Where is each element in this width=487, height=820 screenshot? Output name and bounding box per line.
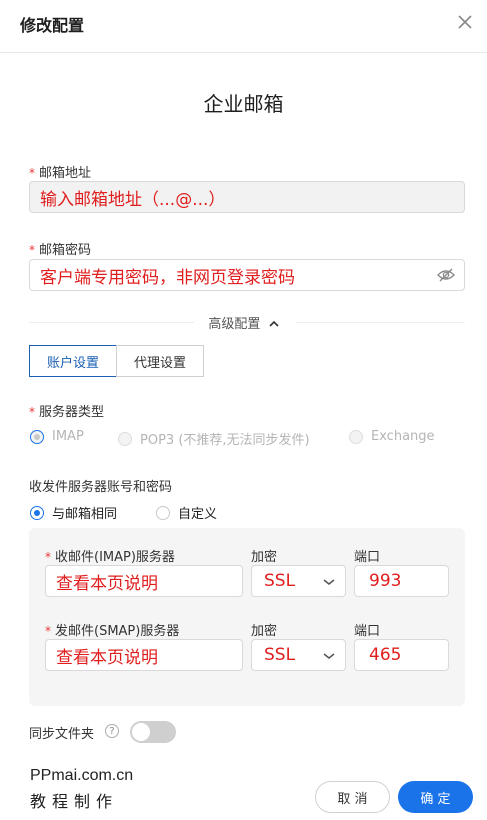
incoming-encrypt-label: 加密 — [251, 550, 278, 565]
radio-imap-label: IMAP — [52, 429, 84, 444]
incoming-server-label: * 收邮件(IMAP)服务器 — [45, 546, 175, 565]
email-label: * 邮箱地址 — [29, 162, 91, 181]
radio-same-label: 与邮箱相同 — [52, 507, 118, 522]
radio-custom[interactable]: 自定义 — [156, 503, 217, 522]
radio-exchange[interactable]: Exchange — [349, 429, 435, 444]
watermark-site: PPmai.com.cn — [30, 767, 134, 784]
chevron-up-icon — [269, 317, 279, 332]
password-label-text: 邮箱密码 — [39, 243, 92, 258]
page-heading: 企业邮箱 — [203, 92, 284, 116]
eye-off-icon[interactable] — [436, 266, 456, 284]
sync-folder-toggle[interactable] — [130, 721, 176, 743]
header-divider — [0, 52, 487, 53]
radio-pop3[interactable]: POP3 (不推荐,无法同步发件) — [118, 429, 310, 448]
outgoing-port-label: 端口 — [354, 624, 381, 639]
radio-custom-label: 自定义 — [178, 507, 218, 522]
chevron-down-icon — [323, 645, 335, 665]
outgoing-server-label-text: 发邮件(SMAP)服务器 — [55, 624, 180, 639]
radio-pop3-label: POP3 (不推荐,无法同步发件) — [140, 433, 310, 448]
radio-indicator — [30, 505, 44, 520]
outgoing-encrypt-value: SSL — [264, 645, 296, 665]
email-label-text: 邮箱地址 — [39, 166, 92, 181]
email-field[interactable]: 输入邮箱地址（...@...） — [29, 181, 465, 213]
sync-folder-label: 同步文件夹 — [29, 727, 95, 742]
incoming-port-field[interactable]: 993 — [354, 565, 449, 597]
required-mark: * — [29, 166, 35, 180]
password-label: * 邮箱密码 — [29, 239, 91, 258]
tab-proxy-settings[interactable]: 代理设置 — [116, 345, 204, 377]
dialog-title: 修改配置 — [20, 16, 85, 35]
incoming-encrypt-select[interactable]: SSL — [251, 565, 346, 597]
outgoing-encrypt-label: 加密 — [251, 624, 278, 639]
cancel-button[interactable]: 取 消 — [315, 781, 390, 813]
server-type-label: * 服务器类型 — [29, 401, 104, 420]
advanced-label: 高级配置 — [208, 317, 261, 332]
advanced-toggle[interactable]: 高级配置 — [0, 313, 487, 332]
required-mark: * — [45, 550, 51, 564]
radio-exchange-label: Exchange — [371, 429, 435, 444]
incoming-port-label: 端口 — [354, 550, 381, 565]
server-type-label-text: 服务器类型 — [39, 405, 105, 420]
outgoing-server-label: * 发邮件(SMAP)服务器 — [45, 620, 179, 639]
radio-indicator — [118, 431, 132, 446]
close-icon[interactable] — [453, 10, 477, 34]
radio-indicator — [156, 505, 170, 520]
radio-indicator — [30, 429, 44, 444]
account-label: 收发件服务器账号和密码 — [29, 480, 173, 495]
incoming-server-field[interactable]: 查看本页说明 — [45, 565, 243, 597]
tab-account-settings[interactable]: 账户设置 — [29, 345, 117, 377]
confirm-button[interactable]: 确 定 — [398, 781, 473, 813]
radio-indicator — [349, 429, 363, 444]
radio-same-as-mailbox[interactable]: 与邮箱相同 — [30, 503, 117, 522]
watermark-credit: 教程制作 — [30, 792, 119, 811]
radio-imap[interactable]: IMAP — [30, 429, 84, 444]
incoming-encrypt-value: SSL — [264, 571, 296, 591]
required-mark: * — [45, 624, 51, 638]
chevron-down-icon — [323, 571, 335, 591]
toggle-knob — [132, 723, 150, 741]
outgoing-encrypt-select[interactable]: SSL — [251, 639, 346, 671]
incoming-server-label-text: 收邮件(IMAP)服务器 — [55, 550, 175, 565]
help-circle-icon[interactable]: ? — [105, 724, 119, 738]
required-mark: * — [29, 243, 35, 257]
required-mark: * — [29, 405, 35, 419]
outgoing-port-field[interactable]: 465 — [354, 639, 449, 671]
password-field[interactable]: 客户端专用密码，非网页登录密码 — [29, 259, 465, 291]
outgoing-server-field[interactable]: 查看本页说明 — [45, 639, 243, 671]
